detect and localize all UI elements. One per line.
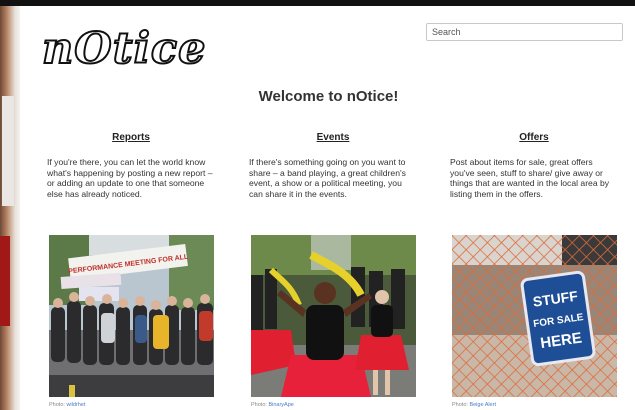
events-heading-link[interactable]: Events — [249, 132, 417, 143]
events-column: Events If there's something going on you… — [249, 132, 417, 200]
events-photo[interactable] — [251, 235, 416, 397]
credit-prefix: Photo: — [452, 402, 468, 408]
reports-heading-link[interactable]: Reports — [47, 132, 215, 143]
search-input[interactable] — [426, 23, 623, 41]
page-title: Welcome to nOtice! — [258, 88, 399, 105]
events-credit-link[interactable]: BinaryApe — [268, 402, 293, 408]
events-photo-credit: Photo: BinaryApe — [251, 402, 294, 408]
reports-description: If you're there, you can let the world k… — [47, 157, 213, 200]
logo[interactable]: nOtice — [41, 27, 206, 72]
page: nOtice Welcome to nOtice! Reports If you… — [22, 6, 635, 410]
offers-column: Offers Post about items for sale, great … — [450, 132, 618, 200]
offers-credit-link[interactable]: Beige Alert — [469, 402, 496, 408]
reports-photo[interactable]: PERFORMANCE MEETING FOR ALL — [49, 235, 214, 397]
reports-column: Reports If you're there, you can let the… — [47, 132, 215, 200]
events-description: If there's something going on you want t… — [249, 157, 406, 200]
credit-prefix: Photo: — [251, 402, 267, 408]
offers-heading-link[interactable]: Offers — [450, 132, 618, 143]
offers-photo[interactable]: STUFF FOR SALE HERE — [452, 235, 617, 397]
background-edge — [0, 6, 20, 410]
offers-photo-credit: Photo: Beige Alert — [452, 402, 496, 408]
credit-prefix: Photo: — [49, 402, 65, 408]
offers-description: Post about items for sale, great offers … — [450, 157, 610, 200]
reports-photo-credit: Photo: wildrhet — [49, 402, 85, 408]
reports-credit-link[interactable]: wildrhet — [66, 402, 85, 408]
